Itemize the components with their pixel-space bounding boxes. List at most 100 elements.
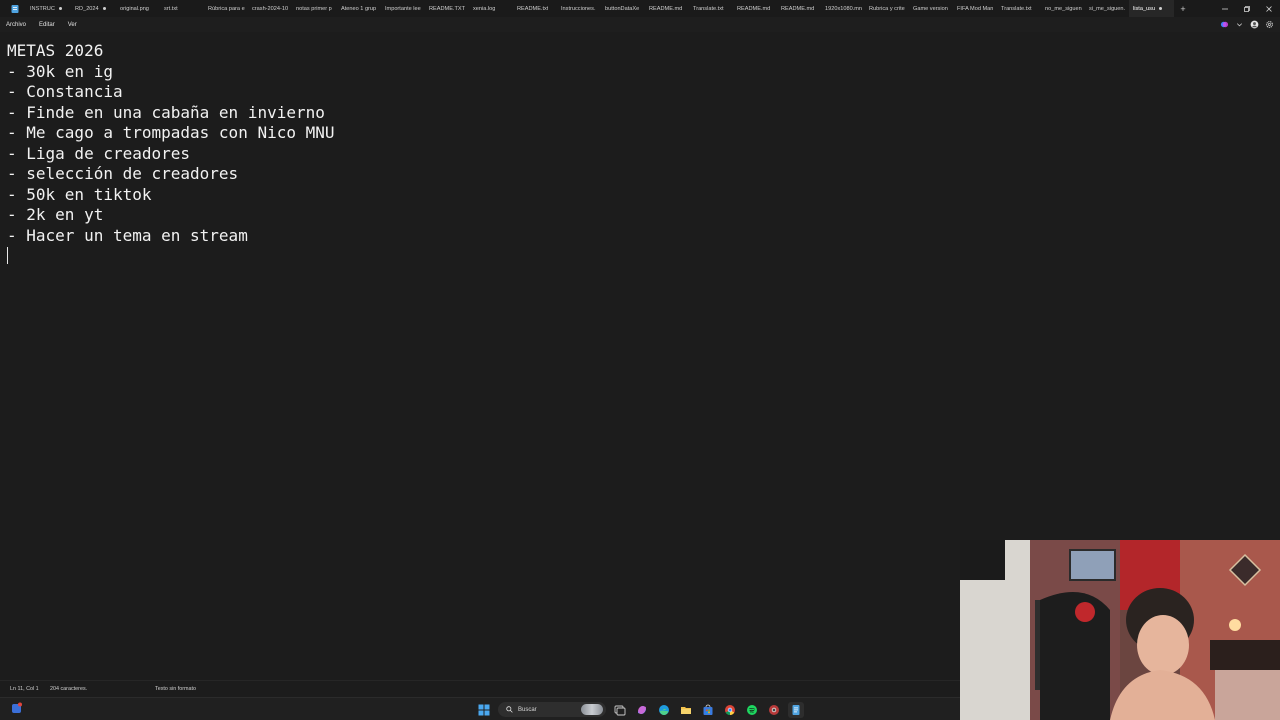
tab-13[interactable]: buttonDataXe — [601, 0, 645, 17]
task-view-icon[interactable] — [612, 702, 628, 718]
webcam-image — [960, 540, 1280, 720]
tab-24[interactable]: si_me_siguen. — [1085, 0, 1129, 17]
notepad-app-icon — [8, 2, 22, 16]
tab-label: original.png — [120, 5, 149, 12]
copilot-taskbar-icon[interactable] — [634, 702, 650, 718]
tab-2[interactable]: original.png — [116, 0, 160, 17]
tab-14[interactable]: README.md — [645, 0, 689, 17]
menu-right-tools — [1220, 17, 1274, 32]
tab-6[interactable]: notas primer p — [292, 0, 337, 17]
tab-23[interactable]: no_me_siguen — [1041, 0, 1085, 17]
tab-22[interactable]: Translate.txt — [997, 0, 1041, 17]
minimize-button[interactable] — [1214, 0, 1236, 17]
cursor-position: Ln 11, Col 1 — [10, 686, 39, 692]
widgets-icon[interactable] — [10, 701, 24, 715]
copilot-icon[interactable] — [1220, 20, 1229, 29]
tab-12[interactable]: Instrucciones. — [557, 0, 601, 17]
tab-9[interactable]: README.TXT — [425, 0, 469, 17]
file-explorer-icon[interactable] — [678, 702, 694, 718]
tab-label: INSTRUC — [30, 5, 55, 12]
edge-browser-icon[interactable] — [656, 702, 672, 718]
tab-bar: INSTRUC RD_2024 original.png srt.txt Rúbrica… — [0, 0, 1280, 17]
text-format[interactable]: Texto sin formato — [155, 686, 196, 692]
tab-label: Rúbrica para e — [208, 5, 245, 12]
settings-icon[interactable] — [1265, 20, 1274, 29]
tab-label: crash-2024-10 — [252, 5, 289, 12]
account-icon[interactable] — [1250, 20, 1259, 29]
tab-0[interactable]: INSTRUC — [26, 0, 71, 17]
store-icon[interactable] — [700, 702, 716, 718]
menu-view[interactable]: Ver — [62, 17, 84, 32]
menu-edit[interactable]: Editar — [33, 17, 62, 32]
tab-7[interactable]: Ateneo 1 grup — [337, 0, 381, 17]
editor-line[interactable]: - 30k en ig — [7, 62, 335, 83]
editor-line[interactable]: - 50k en tiktok — [7, 185, 335, 206]
restore-button[interactable] — [1236, 0, 1258, 17]
tab-15[interactable]: Translate.txt — [689, 0, 733, 17]
chevron-down-icon[interactable] — [1235, 20, 1244, 29]
start-button-icon[interactable] — [476, 702, 492, 718]
tab-8[interactable]: Importante lee — [381, 0, 425, 17]
restore-icon — [1244, 5, 1250, 12]
tab-label: README.txt — [517, 5, 549, 12]
unsaved-dot-icon — [58, 7, 62, 10]
tab-label: README.md — [781, 5, 815, 12]
tab-11[interactable]: README.txt — [513, 0, 557, 17]
new-tab-button[interactable]: + — [1174, 0, 1192, 17]
spotify-icon[interactable] — [744, 702, 760, 718]
tab-label: xenia.log — [473, 5, 496, 12]
tab-18[interactable]: 1920x1080.mn — [821, 0, 865, 17]
editor-line[interactable]: - Hacer un tema en stream — [7, 226, 335, 247]
chrome-icon[interactable] — [722, 702, 738, 718]
character-count: 204 caracteres. — [50, 686, 88, 692]
tab-label: Game version — [913, 5, 948, 12]
editor-content[interactable]: METAS 2026- 30k en ig - Constancia - Finde… — [7, 41, 335, 267]
minimize-icon — [1222, 8, 1228, 9]
tab-20[interactable]: Game version — [909, 0, 953, 17]
tab-17[interactable]: README.md — [777, 0, 821, 17]
tab-label: Ateneo 1 grup — [341, 5, 377, 12]
editor-line[interactable]: - Constancia — [7, 82, 335, 103]
tab-label: RD_2024 — [75, 5, 99, 12]
taskbar-apps: Buscar — [476, 700, 804, 719]
editor-line[interactable]: - selección de creadores — [7, 164, 335, 185]
editor-line[interactable]: METAS 2026 — [7, 41, 335, 62]
tab-label: README.TXT — [429, 5, 466, 12]
editor-line[interactable]: - Liga de creadores — [7, 144, 335, 165]
tab-label: FIFA Mod Man — [957, 5, 994, 12]
tab-label: lista_usu — [1133, 5, 1156, 12]
tab-label: Translate.txt — [693, 5, 724, 12]
unsaved-dot-icon — [102, 7, 106, 10]
tab-4[interactable]: Rúbrica para e — [204, 0, 248, 17]
tab-25[interactable]: lista_usu — [1129, 0, 1174, 17]
notepad-window: INSTRUC RD_2024 original.png srt.txt Rúbrica… — [0, 0, 1280, 720]
window-controls — [1214, 0, 1280, 17]
tab-label: Rubrica y crite — [869, 5, 905, 12]
editor-line[interactable] — [7, 246, 335, 267]
tab-19[interactable]: Rubrica y crite — [865, 0, 909, 17]
menu-file[interactable]: Archivo — [0, 17, 33, 32]
menu-bar: Archivo Editar Ver — [0, 17, 1280, 32]
notepad-taskbar-icon[interactable] — [788, 701, 804, 718]
editor-line[interactable]: - Me cago a trompadas con Nico MNU — [7, 123, 335, 144]
tab-5[interactable]: crash-2024-10 — [248, 0, 292, 17]
search-label: Buscar — [518, 706, 537, 713]
tab-label: srt.txt — [164, 5, 178, 12]
tab-3[interactable]: srt.txt — [160, 0, 204, 17]
tab-21[interactable]: FIFA Mod Man — [953, 0, 997, 17]
tab-label: no_me_siguen — [1045, 5, 1082, 12]
webcam-overlay — [960, 540, 1280, 720]
taskbar-search[interactable]: Buscar — [498, 702, 606, 717]
close-icon — [1266, 5, 1272, 12]
tab-label: Translate.txt — [1001, 5, 1032, 12]
chrome-alt-icon[interactable] — [766, 702, 782, 718]
tab-10[interactable]: xenia.log — [469, 0, 513, 17]
tab-label: Instrucciones. — [561, 5, 596, 12]
tab-list: INSTRUC RD_2024 original.png srt.txt Rúbrica… — [26, 0, 1174, 17]
tab-16[interactable]: README.md — [733, 0, 777, 17]
close-button[interactable] — [1258, 0, 1280, 17]
editor-line[interactable]: - Finde en una cabaña en invierno — [7, 103, 335, 124]
tab-label: notas primer p — [296, 5, 332, 12]
tab-1[interactable]: RD_2024 — [71, 0, 116, 17]
editor-line[interactable]: - 2k en yt — [7, 205, 335, 226]
